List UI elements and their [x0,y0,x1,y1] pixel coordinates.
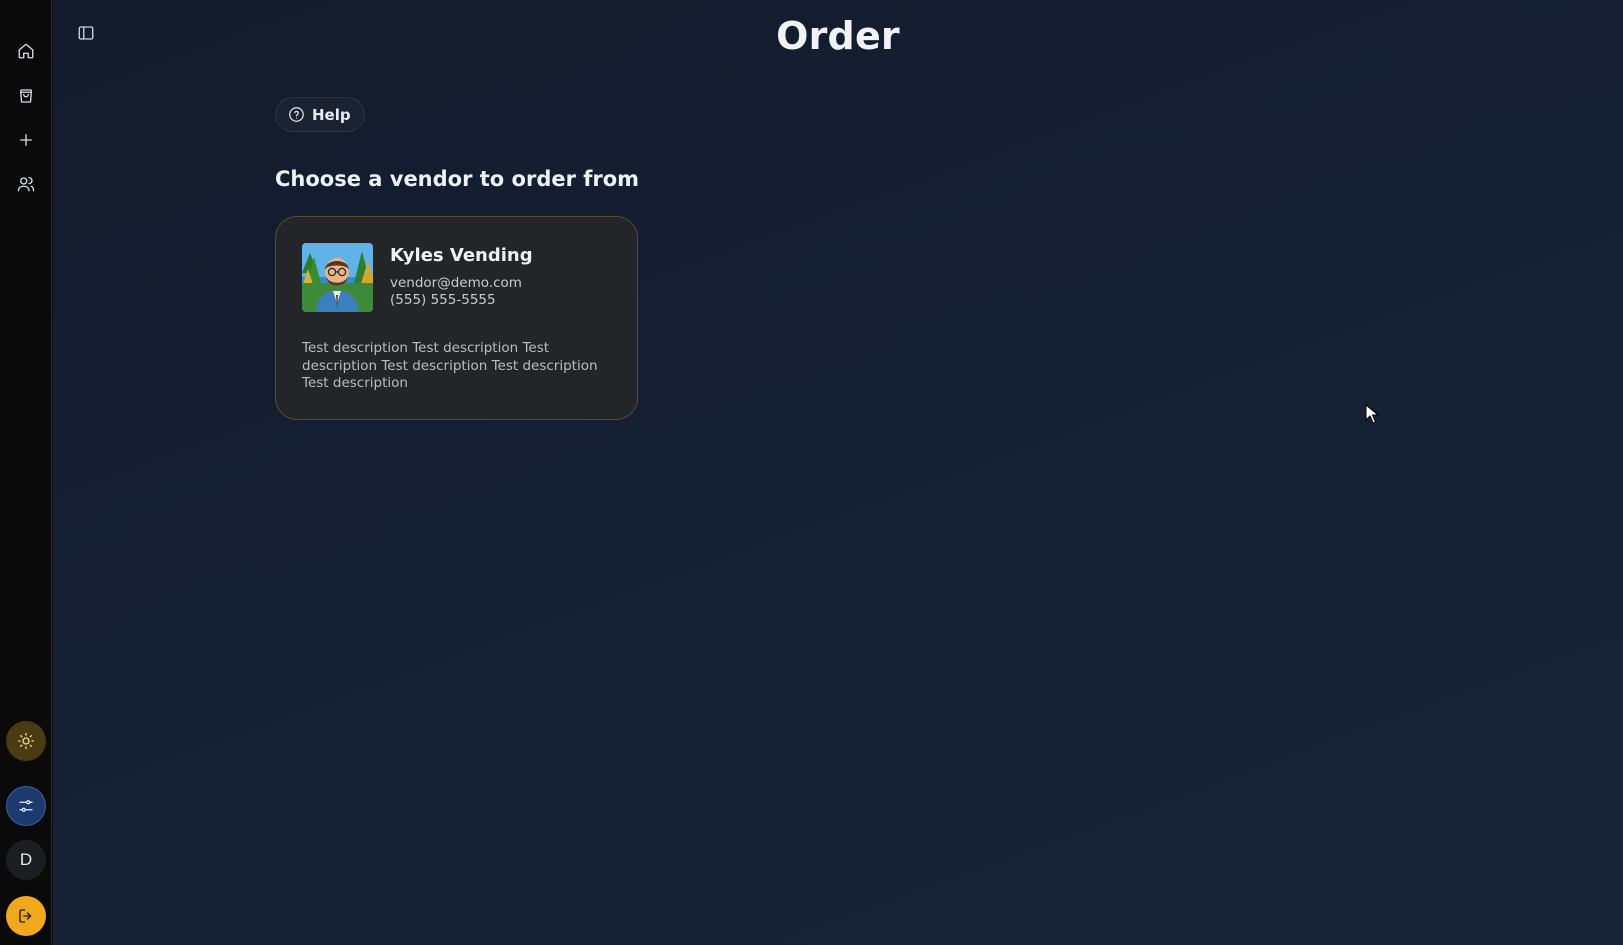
vendor-card[interactable]: Kyles Vending vendor@demo.com (555) 555-… [275,216,638,420]
help-label: Help [312,105,351,124]
vendor-avatar [302,243,373,312]
sun-icon [17,732,35,750]
plus-icon [20,134,32,146]
section-heading: Choose a vendor to order from [275,167,640,191]
mouse-cursor-icon [1365,404,1379,424]
logout-button[interactable] [6,896,46,936]
vendor-email: vendor@demo.com [390,275,522,291]
vendor-phone: (555) 555-5555 [390,292,496,308]
theme-toggle-button[interactable] [6,721,46,761]
page-title: Order [776,14,900,58]
settings-button[interactable] [6,786,46,826]
sidebar-item-home[interactable] [13,38,39,64]
home-icon [18,43,34,59]
help-circle-icon [289,107,304,122]
logout-icon [19,909,32,923]
help-button[interactable]: Help [275,97,365,132]
vendor-name: Kyles Vending [390,245,533,266]
sidebar-item-users[interactable] [13,171,39,197]
avatar[interactable]: D [6,840,46,880]
main-content: Order Help Choose a vendor to order from [53,0,1623,945]
avatar-letter: D [19,850,33,869]
sliders-icon [19,800,33,812]
sidebar: D [0,0,52,945]
shopping-bag-icon [20,89,32,103]
users-icon [17,176,35,192]
sidebar-item-orders[interactable] [13,83,39,109]
sidebar-item-new[interactable] [13,127,39,153]
vendor-description: Test description Test description Test d… [302,340,598,391]
